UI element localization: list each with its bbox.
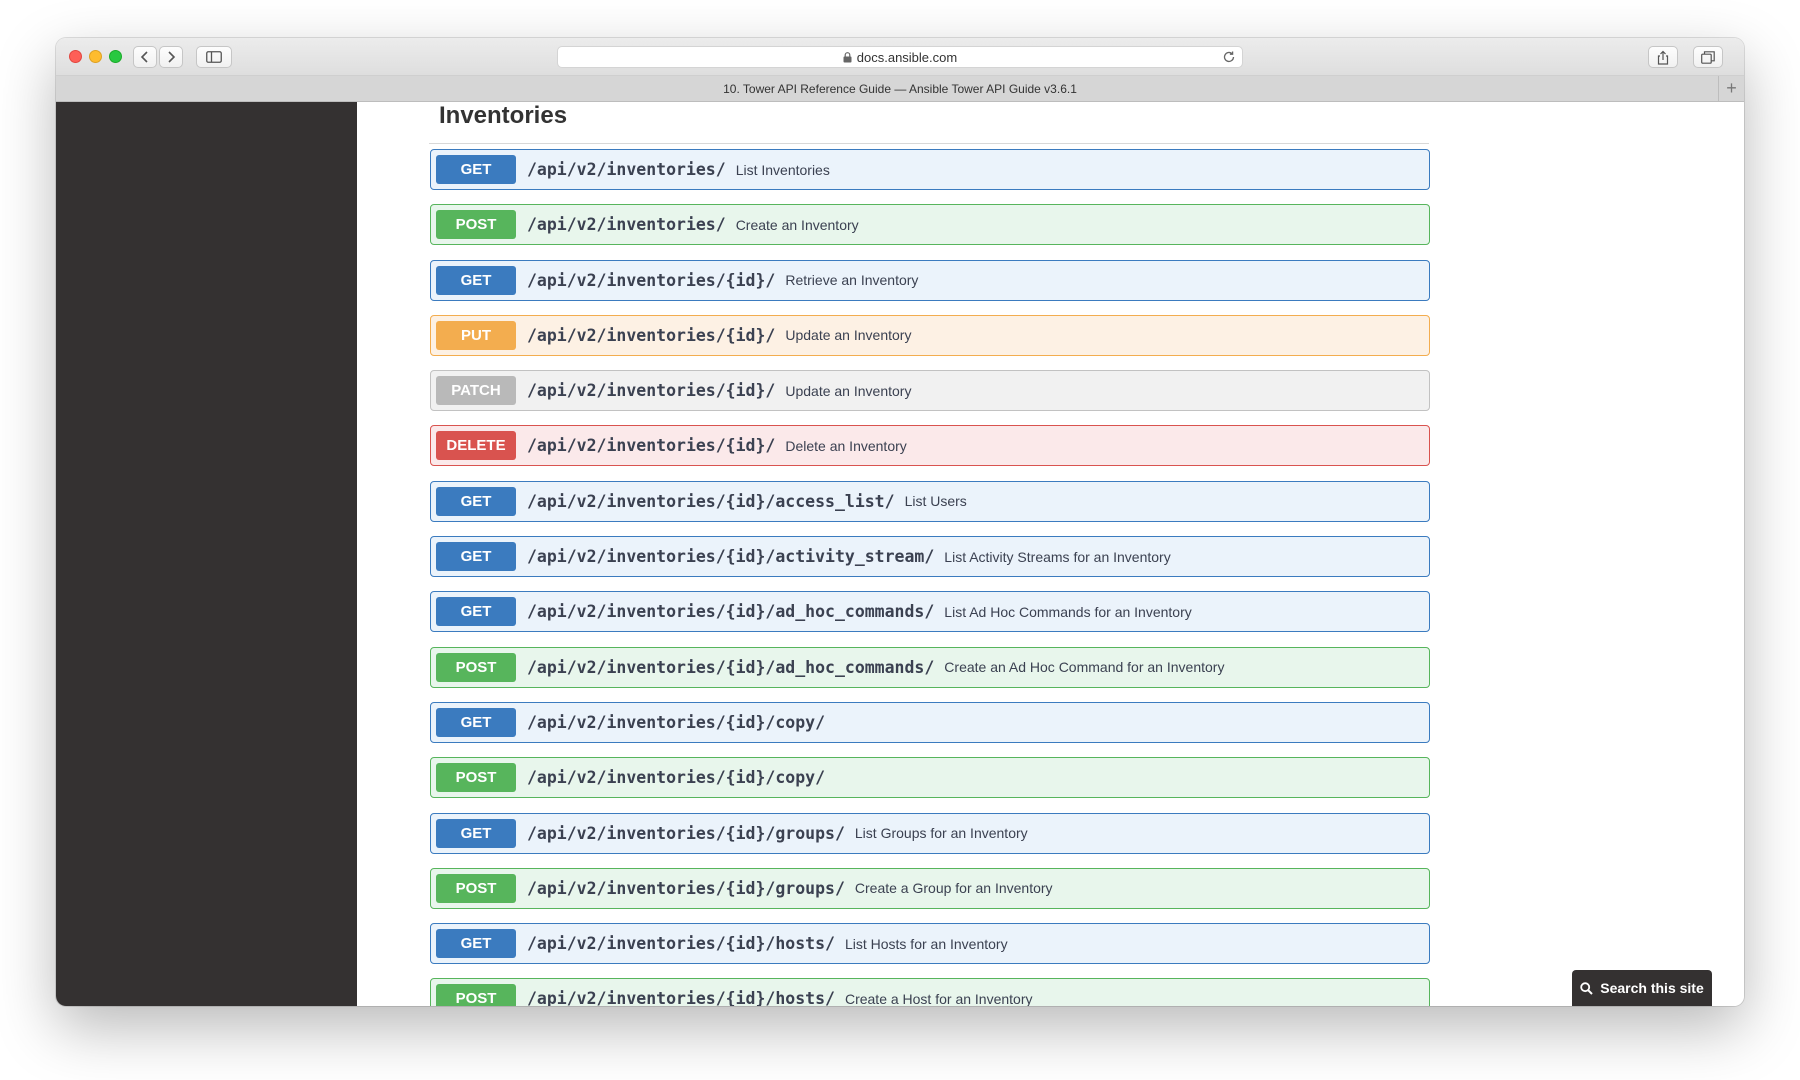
tab-bar: 10. Tower API Reference Guide — Ansible … bbox=[56, 76, 1744, 102]
page-content: Inventories GET/api/v2/inventories/List … bbox=[56, 102, 1744, 1006]
operation-row[interactable]: GET/api/v2/inventories/{id}/copy/ bbox=[430, 701, 1430, 743]
endpoint-summary: Create a Host for an Inventory bbox=[844, 990, 1033, 1006]
endpoint-summary: Create an Inventory bbox=[735, 216, 859, 233]
http-method-badge: POST bbox=[436, 763, 516, 793]
endpoint-summary: List Hosts for an Inventory bbox=[844, 935, 1008, 952]
http-method-badge: GET bbox=[436, 155, 516, 184]
share-button[interactable] bbox=[1648, 46, 1678, 68]
operation-row[interactable]: POST/api/v2/inventories/{id}/ad_hoc_comm… bbox=[430, 646, 1430, 688]
endpoint-path: /api/v2/inventories/{id}/ bbox=[527, 325, 776, 345]
http-method-badge: POST bbox=[436, 873, 516, 903]
close-window-button[interactable] bbox=[69, 50, 82, 63]
endpoint-path: /api/v2/inventories/{id}/ad_hoc_commands… bbox=[527, 602, 935, 622]
http-method-badge: POST bbox=[436, 984, 516, 1006]
operation-row[interactable]: POST/api/v2/inventories/Create an Invent… bbox=[430, 204, 1430, 246]
endpoint-path: /api/v2/inventories/{id}/ad_hoc_commands… bbox=[527, 657, 935, 677]
new-tab-button[interactable]: + bbox=[1718, 76, 1744, 101]
reload-icon[interactable] bbox=[1222, 50, 1236, 64]
endpoint-path: /api/v2/inventories/{id}/copy/ bbox=[527, 768, 826, 788]
endpoint-path: /api/v2/inventories/ bbox=[527, 215, 726, 235]
http-method-badge: POST bbox=[436, 652, 516, 682]
chevron-left-icon bbox=[140, 51, 148, 63]
http-method-badge: GET bbox=[436, 929, 516, 959]
title-divider bbox=[429, 143, 1429, 144]
http-method-badge: PATCH bbox=[436, 376, 516, 406]
endpoint-path: /api/v2/inventories/{id}/groups/ bbox=[527, 823, 845, 843]
search-site-label: Search this site bbox=[1600, 980, 1704, 996]
tabs-icon bbox=[1701, 50, 1715, 64]
http-method-badge: GET bbox=[436, 597, 516, 627]
http-method-badge: GET bbox=[436, 486, 516, 516]
http-method-badge: GET bbox=[436, 542, 516, 572]
operation-row[interactable]: GET/api/v2/inventories/{id}/groups/List … bbox=[430, 812, 1430, 854]
lock-icon bbox=[843, 51, 852, 62]
search-icon bbox=[1580, 981, 1593, 995]
endpoint-summary: Retrieve an Inventory bbox=[785, 272, 919, 289]
endpoint-summary: List Ad Hoc Commands for an Inventory bbox=[944, 603, 1192, 620]
sidebar-toggle-button[interactable] bbox=[196, 46, 232, 68]
back-button[interactable] bbox=[133, 46, 157, 68]
url-text: docs.ansible.com bbox=[856, 49, 958, 65]
operation-row[interactable]: POST/api/v2/inventories/{id}/copy/ bbox=[430, 757, 1430, 799]
tabs-overview-button[interactable] bbox=[1693, 46, 1723, 68]
endpoint-path: /api/v2/inventories/{id}/ bbox=[527, 381, 776, 401]
operation-row[interactable]: GET/api/v2/inventories/{id}/ad_hoc_comma… bbox=[430, 591, 1430, 633]
endpoint-summary: Update an Inventory bbox=[785, 382, 912, 399]
forward-button[interactable] bbox=[159, 46, 183, 68]
sidebar-icon bbox=[206, 51, 222, 63]
endpoint-path: /api/v2/inventories/{id}/ bbox=[527, 436, 776, 456]
operation-row[interactable]: POST/api/v2/inventories/{id}/groups/Crea… bbox=[430, 867, 1430, 909]
operation-row[interactable]: GET/api/v2/inventories/{id}/ Retrieve an … bbox=[430, 259, 1430, 301]
operation-row[interactable]: GET/api/v2/inventories/List Inventories bbox=[430, 149, 1430, 190]
operation-row[interactable]: GET/api/v2/inventories/{id}/activity_str… bbox=[430, 536, 1430, 578]
zoom-window-button[interactable] bbox=[109, 50, 122, 63]
endpoint-summary: List Activity Streams for an Inventory bbox=[944, 548, 1171, 565]
endpoint-path: /api/v2/inventories/{id}/copy/ bbox=[527, 712, 826, 732]
http-method-badge: GET bbox=[436, 707, 516, 737]
http-method-badge: GET bbox=[436, 818, 516, 848]
endpoint-path: /api/v2/inventories/{id}/activity_stream… bbox=[527, 547, 935, 567]
http-method-badge: POST bbox=[436, 210, 516, 240]
search-site-button[interactable]: Search this site bbox=[1572, 970, 1712, 1006]
share-icon bbox=[1657, 50, 1669, 65]
docs-sidebar bbox=[56, 102, 357, 1006]
endpoint-summary: List Users bbox=[904, 493, 967, 510]
endpoint-path: /api/v2/inventories/ bbox=[527, 160, 726, 179]
endpoint-summary: Create an Ad Hoc Command for an Inventor… bbox=[944, 659, 1225, 676]
active-tab-title[interactable]: 10. Tower API Reference Guide — Ansible … bbox=[723, 82, 1077, 96]
operation-row[interactable]: DELETE/api/v2/inventories/{id}/ Delete an… bbox=[430, 425, 1430, 467]
endpoint-path: /api/v2/inventories/{id}/groups/ bbox=[527, 878, 845, 898]
chevron-right-icon bbox=[168, 51, 176, 63]
endpoint-summary: Create a Group for an Inventory bbox=[854, 880, 1053, 897]
operation-row[interactable]: PATCH/api/v2/inventories/{id}/ Update an … bbox=[430, 370, 1430, 412]
endpoint-path: /api/v2/inventories/{id}/hosts/ bbox=[527, 934, 835, 954]
http-method-badge: PUT bbox=[436, 320, 516, 350]
endpoint-summary: Delete an Inventory bbox=[785, 437, 907, 454]
browser-toolbar: docs.ansible.com bbox=[56, 38, 1744, 76]
endpoint-summary: List Groups for an Inventory bbox=[854, 825, 1028, 842]
operation-row[interactable]: GET/api/v2/inventories/{id}/access_list/… bbox=[430, 480, 1430, 522]
operations-list: GET/api/v2/inventories/List Inventories P… bbox=[430, 149, 1430, 1006]
operation-row[interactable]: POST/api/v2/inventories/{id}/hosts/Creat… bbox=[430, 978, 1430, 1006]
http-method-badge: GET bbox=[436, 265, 516, 295]
main-content: Inventories GET/api/v2/inventories/List … bbox=[357, 102, 1744, 1006]
http-method-badge: DELETE bbox=[436, 431, 516, 461]
address-bar[interactable]: docs.ansible.com bbox=[557, 46, 1243, 68]
endpoint-path: /api/v2/inventories/{id}/hosts/ bbox=[527, 989, 835, 1006]
browser-window: docs.ansible.com 10. Tower API Reference… bbox=[56, 38, 1744, 1006]
endpoint-path: /api/v2/inventories/{id}/access_list/ bbox=[527, 491, 895, 511]
page-title: Inventories bbox=[439, 102, 568, 129]
operation-row[interactable]: PUT/api/v2/inventories/{id}/ Update an In… bbox=[430, 314, 1430, 356]
endpoint-path: /api/v2/inventories/{id}/ bbox=[527, 270, 776, 290]
minimize-window-button[interactable] bbox=[89, 50, 102, 63]
endpoint-summary: List Inventories bbox=[735, 161, 830, 178]
operation-row[interactable]: GET/api/v2/inventories/{id}/hosts/List H… bbox=[430, 923, 1430, 965]
endpoint-summary: Update an Inventory bbox=[785, 327, 912, 344]
